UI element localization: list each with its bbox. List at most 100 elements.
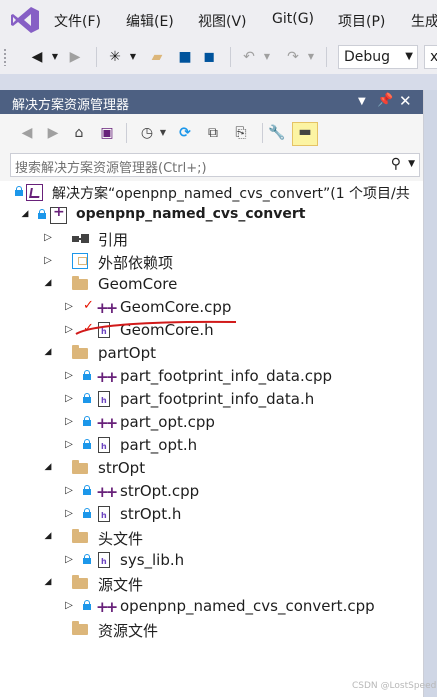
collapsed-arrow-icon[interactable]: ▷ [64,301,74,312]
tree-item-label: GeomCore.cpp [120,298,232,316]
collapsed-arrow-icon[interactable]: ▷ [64,600,74,611]
collapsed-arrow-icon[interactable]: ▷ [43,255,53,266]
header-file-icon: h [96,506,114,523]
expanded-arrow-icon[interactable]: ◢ [43,462,53,472]
new-dropdown-icon[interactable]: ▼ [128,48,138,66]
properties-wrench-icon[interactable]: 🔧 [268,124,286,142]
collapsed-arrow-icon[interactable]: ▷ [64,439,74,450]
external-dependencies-icon [72,253,90,270]
save-icon[interactable]: ■ [176,48,194,66]
search-solution-explorer-input[interactable]: 搜索解决方案资源管理器(Ctrl+;) ⚲ ▼ [10,153,420,177]
menu-edit[interactable]: 编辑(E) [126,11,174,31]
toolbar-grip[interactable] [3,48,7,66]
collapsed-arrow-icon[interactable]: ▷ [64,485,74,496]
tree-item-main-cpp[interactable]: ▷ ++ openpnp_named_cvs_convert.cpp [0,595,423,618]
tree-item-source-files-filter[interactable]: ◢ 源文件 [0,572,423,595]
tree-item-geomcore-h[interactable]: ▷ ✓ h GeomCore.h [0,319,423,342]
expanded-arrow-icon[interactable]: ◢ [43,531,53,541]
sync-icon[interactable]: ⟳ [176,124,194,142]
menu-build[interactable]: 生成 [411,11,437,31]
tree-item-references[interactable]: ▷ 引用 [0,227,423,250]
visual-studio-logo-icon[interactable] [10,6,40,34]
cpp-file-icon: ++ [96,368,118,386]
tree-item-label: part_footprint_info_data.h [120,390,315,408]
solution-platform-select[interactable]: x [424,45,437,69]
forward-icon[interactable]: ▶ [44,124,62,142]
lock-icon [83,393,91,403]
tree-item-external-dependencies[interactable]: ▷ 外部依赖项 [0,250,423,273]
document-well-band [0,74,437,90]
menu-view[interactable]: 视图(V) [198,11,247,31]
save-all-icon[interactable]: ◼ [200,48,218,66]
tree-item-solution[interactable]: 解决方案“openpnp_named_cvs_convert”(1 个项目/共 [0,181,423,204]
tree-item-resource-files-filter[interactable]: 资源文件 [0,618,423,641]
lock-icon [83,600,91,610]
filter-folder-icon [72,575,90,592]
collapsed-arrow-icon[interactable]: ▷ [64,416,74,427]
tree-item-geomcore-filter[interactable]: ◢ GeomCore [0,273,423,296]
redo-dropdown-icon[interactable]: ▼ [306,48,316,66]
collapsed-arrow-icon[interactable]: ▷ [43,232,53,243]
filter-dropdown-icon[interactable]: ▼ [158,124,168,142]
tree-item-label: part_opt.h [120,436,198,454]
menu-bar: 文件(F) 编辑(E) 视图(V) Git(G) 项目(P) 生成 [0,0,437,40]
collapsed-arrow-icon[interactable]: ▷ [64,393,74,404]
editor-edge [423,90,437,697]
undo-icon[interactable]: ↶ [240,48,258,66]
preview-selected-items-icon[interactable]: ▬ [292,122,318,146]
pending-changes-filter-icon[interactable]: ◷ [138,124,156,142]
panel-titlebar[interactable]: 解决方案资源管理器 ▼ 📌 ✕ [0,90,423,114]
expanded-arrow-icon[interactable]: ◢ [43,577,53,587]
menu-file[interactable]: 文件(F) [54,11,101,31]
filter-folder-icon [72,621,90,638]
navigate-back-icon[interactable]: ◀ [28,48,46,66]
expanded-arrow-icon[interactable]: ◢ [20,209,30,219]
tree-item-part-opt-cpp[interactable]: ▷ ++ part_opt.cpp [0,411,423,434]
tree-item-header-files-filter[interactable]: ◢ 头文件 [0,526,423,549]
collapsed-arrow-icon[interactable]: ▷ [64,370,74,381]
search-icon[interactable]: ⚲ [391,156,401,172]
collapsed-arrow-icon[interactable]: ▷ [64,554,74,565]
tree-item-stropt-cpp[interactable]: ▷ ++ strOpt.cpp [0,480,423,503]
close-icon[interactable]: ✕ [399,92,412,110]
home-icon[interactable]: ⌂ [70,124,88,142]
tree-item-stropt-filter[interactable]: ◢ strOpt [0,457,423,480]
tree-item-geomcore-cpp[interactable]: ▷ ✓ ++ GeomCore.cpp [0,296,423,319]
window-position-icon[interactable]: ▼ [358,96,366,107]
references-icon [72,230,90,247]
navigate-forward-icon[interactable]: ▶ [66,48,84,66]
search-options-dropdown-icon[interactable]: ▼ [408,159,415,169]
tree-item-stropt-h[interactable]: ▷ h strOpt.h [0,503,423,526]
switch-views-icon[interactable]: ▣ [98,124,116,142]
menu-project[interactable]: 项目(P) [338,11,385,31]
tree-item-project[interactable]: ◢ openpnp_named_cvs_convert [0,204,423,227]
pin-icon[interactable]: 📌 [377,93,393,108]
collapsed-arrow-icon[interactable]: ▷ [64,324,74,335]
show-all-files-icon[interactable]: ⎘ [232,124,250,142]
back-dropdown-icon[interactable]: ▼ [50,48,60,66]
lock-icon [83,416,91,426]
collapse-all-icon[interactable]: ⧉ [204,124,222,142]
tree-item-sys-lib-h[interactable]: ▷ h sys_lib.h [0,549,423,572]
modified-check-icon: ✓ [83,298,94,313]
tree-item-part-footprint-h[interactable]: ▷ h part_footprint_info_data.h [0,388,423,411]
expanded-arrow-icon[interactable]: ◢ [43,347,53,357]
filter-folder-icon [72,460,90,477]
collapsed-arrow-icon[interactable]: ▷ [64,508,74,519]
tree-item-label: 头文件 [98,530,144,548]
back-icon[interactable]: ◀ [18,124,36,142]
search-placeholder: 搜索解决方案资源管理器(Ctrl+;) [15,161,207,176]
new-project-icon[interactable]: ✳ [106,48,124,66]
tree-item-partopt-filter[interactable]: ◢ partOpt [0,342,423,365]
tree-item-part-footprint-cpp[interactable]: ▷ ++ part_footprint_info_data.cpp [0,365,423,388]
tree-item-label: strOpt.cpp [120,482,200,500]
header-file-icon: h [96,391,114,408]
expanded-arrow-icon[interactable]: ◢ [43,278,53,288]
menu-git[interactable]: Git(G) [272,11,314,27]
redo-icon[interactable]: ↷ [284,48,302,66]
tree-item-part-opt-h[interactable]: ▷ h part_opt.h [0,434,423,457]
solution-configuration-select[interactable]: Debug ▼ [338,45,418,69]
open-folder-icon[interactable]: ▰ [148,48,166,66]
undo-dropdown-icon[interactable]: ▼ [262,48,272,66]
main-toolbar: ◀ ▼ ▶ ✳ ▼ ▰ ■ ◼ ↶ ▼ ↷ ▼ Debug ▼ x [0,40,437,74]
